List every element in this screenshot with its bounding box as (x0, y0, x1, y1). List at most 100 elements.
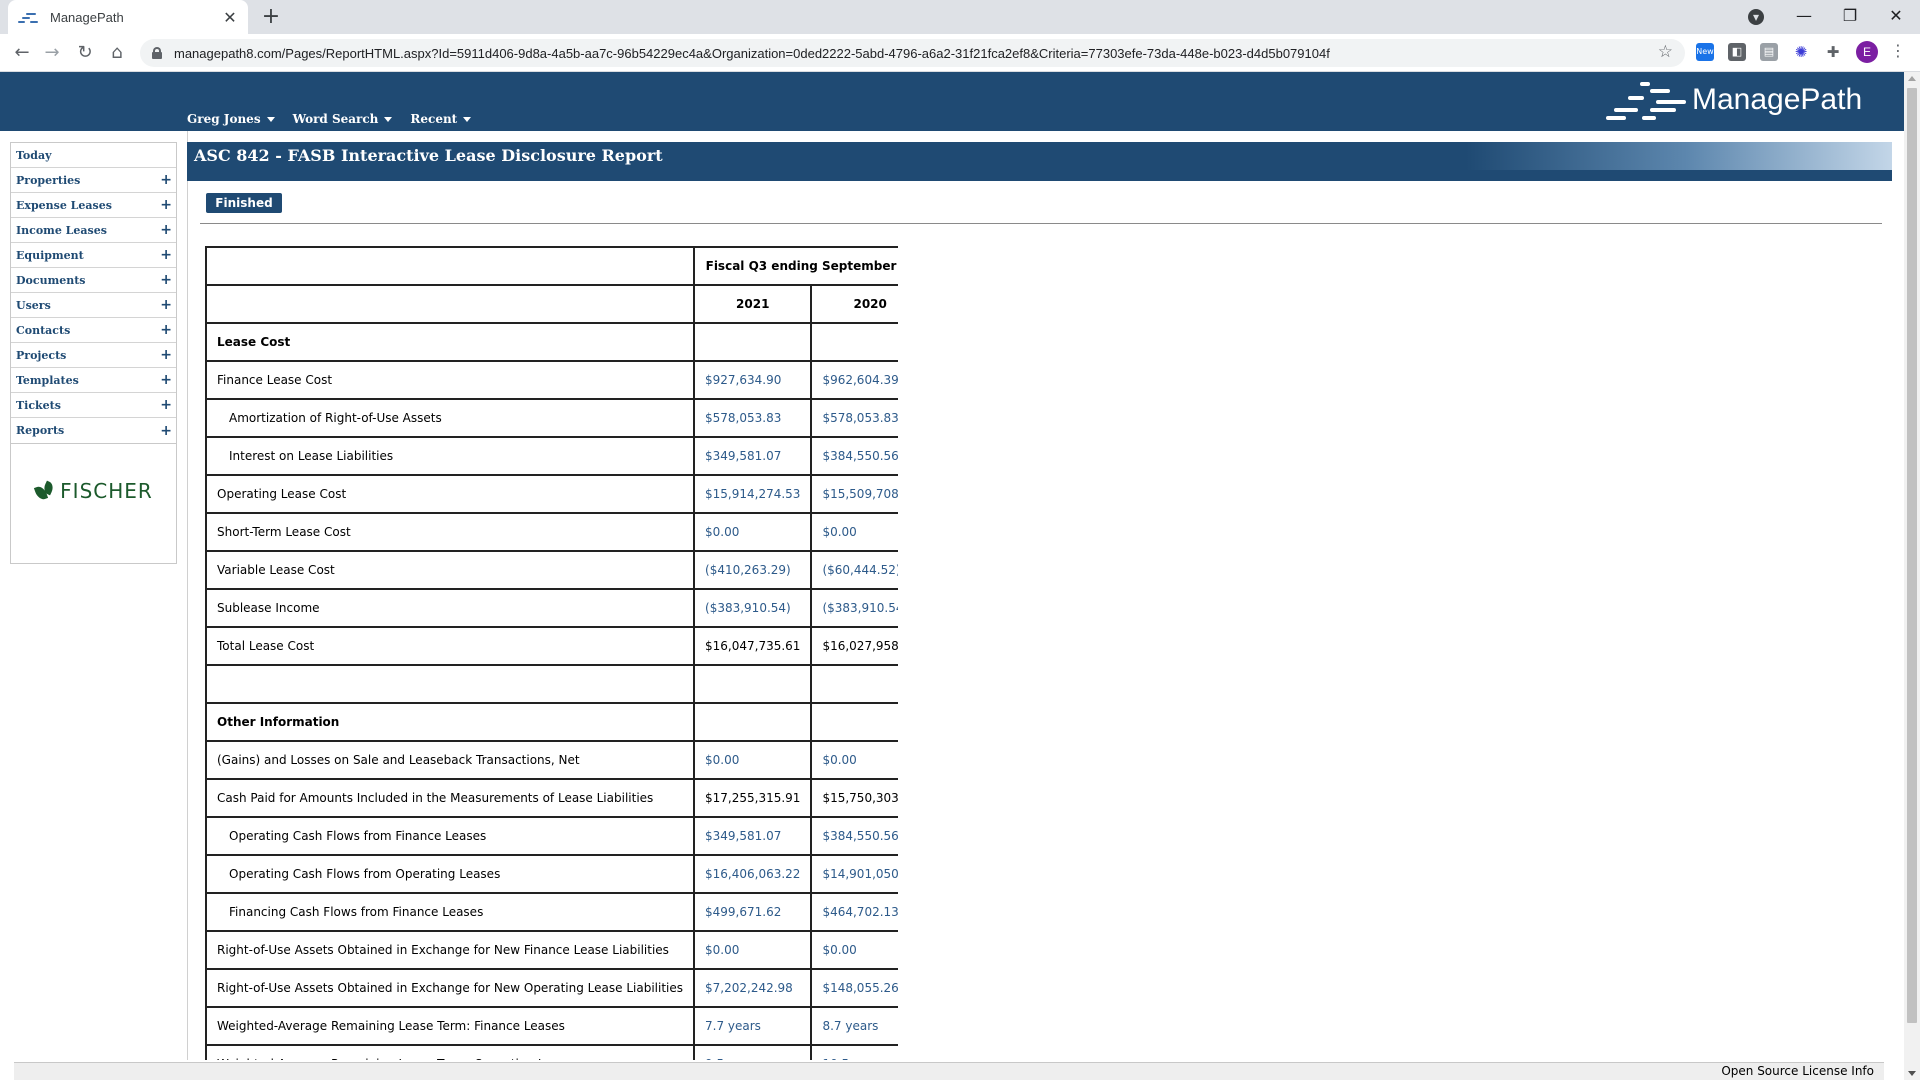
open-source-license-link[interactable]: Open Source License Info (1721, 1064, 1874, 1078)
sidebar-item-properties[interactable]: Properties + (11, 168, 176, 193)
value-2021[interactable]: 9.5 years (693, 1044, 813, 1060)
expand-plus-icon[interactable]: + (160, 298, 172, 312)
value-2020[interactable]: $14,901,050.70 (810, 854, 898, 894)
extension-icon[interactable]: ◧ (1728, 43, 1746, 61)
profile-avatar[interactable]: E (1856, 41, 1878, 63)
value-2020[interactable]: $0.00 (810, 930, 898, 970)
sidebar-item-today[interactable]: Today (11, 143, 176, 168)
page-scrollbar[interactable] (1904, 72, 1920, 1080)
value-2021[interactable]: $927,634.90 (693, 360, 813, 400)
forward-icon[interactable]: → (40, 41, 64, 65)
extension-new-icon[interactable]: New (1696, 43, 1714, 61)
expand-plus-icon[interactable]: + (160, 173, 172, 187)
tab-search-icon[interactable]: ▾ (1748, 9, 1764, 25)
value-2021[interactable]: $0.00 (693, 930, 813, 970)
report-table-body: Fiscal Q3 ending September 30 2021 2020 … (204, 246, 898, 1060)
sidebar-item-users[interactable]: Users + (11, 293, 176, 318)
sidebar-item-reports[interactable]: Reports + (11, 418, 176, 443)
section-label: Other Information (204, 702, 696, 742)
value-2021[interactable]: $7,202,242.98 (693, 968, 813, 1008)
value-2020[interactable]: 10.5 years (810, 1044, 898, 1060)
address-bar[interactable]: managepath8.com/Pages/ReportHTML.aspx?Id… (140, 39, 1685, 67)
star-icon[interactable]: ☆ (1658, 42, 1673, 62)
expand-plus-icon[interactable]: + (160, 424, 172, 438)
close-tab-icon[interactable]: ✕ (222, 8, 238, 27)
sidebar-item-label: Income Leases (16, 223, 107, 237)
extension-gear-icon[interactable]: ✺ (1792, 43, 1810, 61)
expand-plus-icon[interactable]: + (160, 198, 172, 212)
value-2021[interactable]: $349,581.07 (693, 816, 813, 856)
expand-plus-icon[interactable]: + (160, 373, 172, 387)
value-2021[interactable]: $16,406,063.22 (693, 854, 813, 894)
value-2020[interactable]: ($383,910.54) (810, 588, 898, 628)
table-cell (204, 284, 696, 324)
row-label: Total Lease Cost (204, 626, 696, 666)
scroll-down-icon[interactable] (1908, 1071, 1916, 1076)
table-row: Right-of-Use Assets Obtained in Exchange… (204, 930, 898, 970)
expand-plus-icon[interactable]: + (160, 223, 172, 237)
value-2020[interactable]: 8.7 years (810, 1006, 898, 1046)
expand-plus-icon[interactable]: + (160, 348, 172, 362)
scroll-up-icon[interactable] (1908, 76, 1916, 81)
managepath-logo[interactable]: ManagePath (1606, 78, 1862, 122)
value-2020[interactable]: $15,509,708.91 (810, 474, 898, 514)
value-2020[interactable]: $464,702.13 (810, 892, 898, 932)
value-2021[interactable]: ($383,910.54) (693, 588, 813, 628)
sidebar-item-income-leases[interactable]: Income Leases + (11, 218, 176, 243)
value-2020[interactable]: $148,055.26 (810, 968, 898, 1008)
value-2020[interactable]: $0.00 (810, 740, 898, 780)
expand-plus-icon[interactable]: + (160, 323, 172, 337)
row-label: Short-Term Lease Cost (204, 512, 696, 552)
value-2021[interactable]: 7.7 years (693, 1006, 813, 1046)
value-2021[interactable]: $0.00 (693, 512, 813, 552)
sidebar-item-expense-leases[interactable]: Expense Leases + (11, 193, 176, 218)
minimize-icon[interactable]: — (1792, 4, 1816, 28)
reload-icon[interactable]: ↻ (73, 41, 97, 65)
sidebar-item-documents[interactable]: Documents + (11, 268, 176, 293)
value-2021[interactable]: $15,914,274.53 (693, 474, 813, 514)
value-2021[interactable]: $578,053.83 (693, 398, 813, 438)
word-search-menu[interactable]: Word Search (293, 112, 393, 126)
value-2021[interactable]: $499,671.62 (693, 892, 813, 932)
value-2020[interactable]: $384,550.56 (810, 436, 898, 476)
kebab-icon[interactable]: ⋮ (1890, 41, 1906, 63)
user-menu[interactable]: Greg Jones (187, 112, 275, 126)
value-2021[interactable]: $349,581.07 (693, 436, 813, 476)
url-text[interactable]: managepath8.com/Pages/ReportHTML.aspx?Id… (174, 46, 1330, 61)
new-tab-button[interactable]: + (258, 4, 284, 30)
row-label: Operating Cash Flows from Operating Leas… (204, 854, 696, 894)
browser-tab[interactable]: ManagePath ✕ (8, 0, 248, 34)
restore-icon[interactable]: ❐ (1838, 4, 1862, 28)
expand-plus-icon[interactable]: + (160, 248, 172, 262)
value-2020[interactable]: ($60,444.52) (810, 550, 898, 590)
row-label: Finance Lease Cost (204, 360, 696, 400)
value-2020[interactable]: $578,053.83 (810, 398, 898, 438)
recent-menu[interactable]: Recent (410, 112, 472, 126)
finished-button[interactable]: Finished (206, 193, 282, 213)
report-title-bar-underline (187, 170, 1892, 181)
value-2021[interactable]: $0.00 (693, 740, 813, 780)
value-2020[interactable]: $384,550.56 (810, 816, 898, 856)
value-2020 (810, 702, 898, 742)
value-2020[interactable]: $0.00 (810, 512, 898, 552)
home-icon[interactable]: ⌂ (105, 41, 129, 65)
expand-plus-icon[interactable]: + (160, 398, 172, 412)
sidebar-item-equipment[interactable]: Equipment + (11, 243, 176, 268)
extension-icon[interactable]: ▤ (1760, 43, 1778, 61)
expand-plus-icon[interactable]: + (160, 273, 172, 287)
sidebar-item-contacts[interactable]: Contacts + (11, 318, 176, 343)
value-2021[interactable]: ($410,263.29) (693, 550, 813, 590)
back-icon[interactable]: ← (10, 41, 34, 65)
sidebar-item-tickets[interactable]: Tickets + (11, 393, 176, 418)
sidebar-item-templates[interactable]: Templates + (11, 368, 176, 393)
browser-toolbar: ← → ↻ ⌂ managepath8.com/Pages/ReportHTML… (0, 34, 1920, 72)
row-label: Right-of-Use Assets Obtained in Exchange… (204, 968, 696, 1008)
puzzle-icon[interactable]: ✚ (1824, 43, 1842, 61)
row-label: Operating Cash Flows from Finance Leases (204, 816, 696, 856)
sidebar-item-projects[interactable]: Projects + (11, 343, 176, 368)
lock-icon[interactable] (152, 47, 162, 59)
scrollbar-thumb[interactable] (1907, 88, 1917, 1023)
value-2020[interactable]: $962,604.39 (810, 360, 898, 400)
table-row: Interest on Lease Liabilities $349,581.07… (204, 436, 898, 476)
close-window-icon[interactable]: ✕ (1884, 4, 1908, 28)
